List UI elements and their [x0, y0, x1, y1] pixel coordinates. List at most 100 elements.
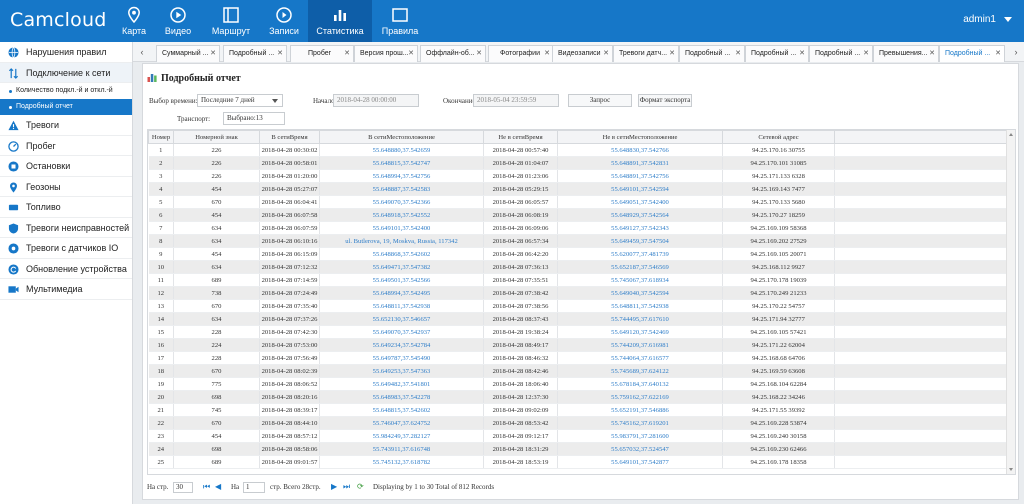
table-row[interactable]: 18 670 2018-04-28 08:02:39 55.649253,37.547… — [148, 364, 1009, 378]
table-row[interactable]: 2 226 2018-04-28 00:58:01 55.648815,37.5427… — [148, 156, 1009, 170]
location-link[interactable]: 55.649253,37.547363 — [319, 364, 484, 378]
table-row[interactable]: 13 670 2018-04-28 07:35:40 55.648811,37.542… — [148, 299, 1009, 313]
location-link[interactable]: 55.745162,37.619201 — [557, 416, 723, 430]
location-link[interactable]: 55.649040,37.542594 — [557, 286, 723, 300]
column-header[interactable]: В сетиМестоположение — [319, 130, 484, 144]
location-link[interactable]: 55.648887,37.542583 — [319, 182, 484, 196]
location-link[interactable]: 55.649101,37.542877 — [557, 455, 723, 469]
table-scrollbar[interactable] — [1006, 130, 1015, 474]
table-row[interactable]: 7 634 2018-04-28 06:07:59 55.649101,37.5424… — [148, 221, 1009, 235]
table-row[interactable]: 24 698 2018-04-28 08:58:06 55.743911,37.616… — [148, 442, 1009, 456]
per-page-select[interactable]: 30 — [173, 482, 193, 493]
table-row[interactable]: 23 454 2018-04-28 08:57:12 55.984249,37.282… — [148, 429, 1009, 443]
location-link[interactable]: 55.648983,37.542278 — [319, 390, 484, 404]
nav-statistics[interactable]: Статистика — [308, 0, 372, 42]
location-link[interactable]: 55.743911,37.616748 — [319, 442, 484, 456]
location-link[interactable]: 55.649101,37.542400 — [319, 221, 484, 235]
tab-detailed-report-active[interactable]: Подробный ... ✕ — [939, 45, 1005, 62]
location-link[interactable]: 55.649051,37.542400 — [557, 195, 723, 209]
column-header[interactable]: Номерной знак — [173, 130, 260, 144]
sidebar-item-fuel[interactable]: Топливо — [0, 197, 132, 218]
sidebar-item-stops[interactable]: Остановки — [0, 156, 132, 177]
location-link[interactable]: 55.649120,37.542469 — [557, 325, 723, 339]
table-row[interactable]: 1 226 2018-04-28 00:30:02 55.648880,37.5426… — [148, 143, 1009, 157]
location-link[interactable]: 55.649070,37.542366 — [319, 195, 484, 209]
tabs-scroll-left-icon[interactable]: ‹ — [136, 42, 148, 62]
first-page-icon[interactable]: ⏮ — [203, 482, 210, 492]
location-link[interactable]: 55.648918,37.542552 — [319, 208, 484, 222]
close-icon[interactable]: ✕ — [277, 46, 283, 61]
location-link[interactable]: 55.648880,37.542659 — [319, 143, 484, 157]
tab-report[interactable]: Оффлайн-об... ✕ — [420, 45, 486, 62]
table-row[interactable]: 15 228 2018-04-28 07:42:30 55.649070,37.542… — [148, 325, 1009, 339]
location-link[interactable]: 55.745067,37.618934 — [557, 273, 723, 287]
table-row[interactable]: 9 454 2018-04-28 06:15:09 55.648868,37.5426… — [148, 247, 1009, 261]
close-icon[interactable]: ✕ — [210, 46, 216, 61]
location-link[interactable]: 55.648994,37.542756 — [319, 169, 484, 183]
location-link[interactable]: 55.983791,37.281600 — [557, 429, 723, 443]
close-icon[interactable]: ✕ — [603, 46, 609, 61]
close-icon[interactable]: ✕ — [669, 46, 675, 61]
location-link[interactable]: 55.648815,37.542747 — [319, 156, 484, 170]
location-link[interactable]: 55.648891,37.542756 — [557, 169, 723, 183]
sidebar-item-device-update[interactable]: Обновление устройства — [0, 259, 132, 279]
location-link[interactable]: 55.649459,37.547504 — [557, 234, 723, 248]
column-header[interactable]: Не в сетиВремя — [483, 130, 558, 144]
tab-report[interactable]: Фотографии ✕ — [488, 45, 554, 62]
tab-report[interactable]: Версия прош... ✕ — [354, 45, 418, 62]
sidebar-item-mileage[interactable]: Пробег — [0, 136, 132, 156]
table-row[interactable]: 17 228 2018-04-28 07:56:49 55.649787,37.545… — [148, 351, 1009, 365]
user-menu[interactable]: admin1 — [963, 14, 1012, 25]
sidebar-subitem-connection-count[interactable]: Количество подкл.-й и откл.-й — [0, 83, 132, 99]
table-row[interactable]: 20 698 2018-04-28 08:20:16 55.648983,37.542… — [148, 390, 1009, 404]
nav-rules[interactable]: Правила — [380, 0, 420, 42]
tab-report[interactable]: Пробег ✕ — [290, 45, 354, 62]
tab-report[interactable]: Подробный ... ✕ — [809, 45, 873, 62]
nav-route[interactable]: Маршрут — [208, 0, 254, 42]
location-link[interactable]: 55.649234,37.542784 — [319, 338, 484, 352]
close-icon[interactable]: ✕ — [344, 46, 350, 61]
location-link[interactable]: 55.649471,37.547382 — [319, 260, 484, 274]
close-icon[interactable]: ✕ — [929, 46, 935, 61]
location-link[interactable]: 55.648815,37.542602 — [319, 403, 484, 417]
location-link[interactable]: 55.620077,37.481739 — [557, 247, 723, 261]
sidebar-item-fault-alarms[interactable]: Тревоги неисправностей — [0, 218, 132, 238]
end-time-field[interactable]: 2018-05-04 23:59:59 — [473, 94, 559, 107]
location-link[interactable]: 55.648929,37.542564 — [557, 208, 723, 222]
location-link[interactable]: 55.649127,37.542343 — [557, 221, 723, 235]
close-icon[interactable]: ✕ — [863, 46, 869, 61]
location-link[interactable]: 55.745132,37.618782 — [319, 455, 484, 469]
next-page-icon[interactable]: ▶ — [331, 482, 337, 491]
sidebar-item-network-connection[interactable]: Подключение к сети — [0, 62, 132, 83]
location-link[interactable]: 55.648994,37.542495 — [319, 286, 484, 300]
location-link[interactable]: 55.745689,37.624122 — [557, 364, 723, 378]
location-link[interactable]: 55.648830,37.542766 — [557, 143, 723, 157]
tab-report[interactable]: Превышения... ✕ — [873, 45, 939, 62]
location-link[interactable]: ul. Butlerova, 19, Moskva, Russia, 11734… — [319, 234, 484, 248]
table-row[interactable]: 4 454 2018-04-28 05:27:07 55.648887,37.5425… — [148, 182, 1009, 196]
location-link[interactable]: 55.984249,37.282127 — [319, 429, 484, 443]
column-header[interactable]: Номер — [148, 130, 174, 144]
table-row[interactable]: 11 689 2018-04-28 07:14:59 55.649501,37.542… — [148, 273, 1009, 287]
location-link[interactable]: 55.652130,37.546657 — [319, 312, 484, 326]
location-link[interactable]: 55.759162,37.622169 — [557, 390, 723, 404]
table-row[interactable]: 3 226 2018-04-28 01:20:00 55.648994,37.5427… — [148, 169, 1009, 183]
location-link[interactable]: 55.648811,37.542938 — [319, 299, 484, 313]
nav-map[interactable]: Карта — [116, 0, 152, 42]
sidebar-item-alarms[interactable]: Тревоги — [0, 115, 132, 136]
refresh-icon[interactable]: ⟳ — [357, 482, 364, 491]
close-icon[interactable]: ✕ — [735, 46, 741, 61]
tab-report[interactable]: Суммарный ... ✕ — [156, 45, 220, 62]
column-header[interactable]: Не в сетиМестоположение — [557, 130, 723, 144]
location-link[interactable]: 55.649101,37.542594 — [557, 182, 723, 196]
transport-select[interactable]: Выбрано:13 — [223, 112, 285, 125]
tab-report[interactable]: Тревоги датч... ✕ — [613, 45, 679, 62]
location-link[interactable]: 55.657032,37.524547 — [557, 442, 723, 456]
location-link[interactable]: 55.648868,37.542602 — [319, 247, 484, 261]
location-link[interactable]: 55.652187,37.546569 — [557, 260, 723, 274]
export-format-button[interactable]: Формат экспорта — [638, 94, 692, 107]
table-row[interactable]: 22 670 2018-04-28 08:44:10 55.746047,37.624… — [148, 416, 1009, 430]
location-link[interactable]: 55.649787,37.545490 — [319, 351, 484, 365]
tab-report[interactable]: Видеозаписи ✕ — [552, 45, 613, 62]
location-link[interactable]: 55.746047,37.624752 — [319, 416, 484, 430]
